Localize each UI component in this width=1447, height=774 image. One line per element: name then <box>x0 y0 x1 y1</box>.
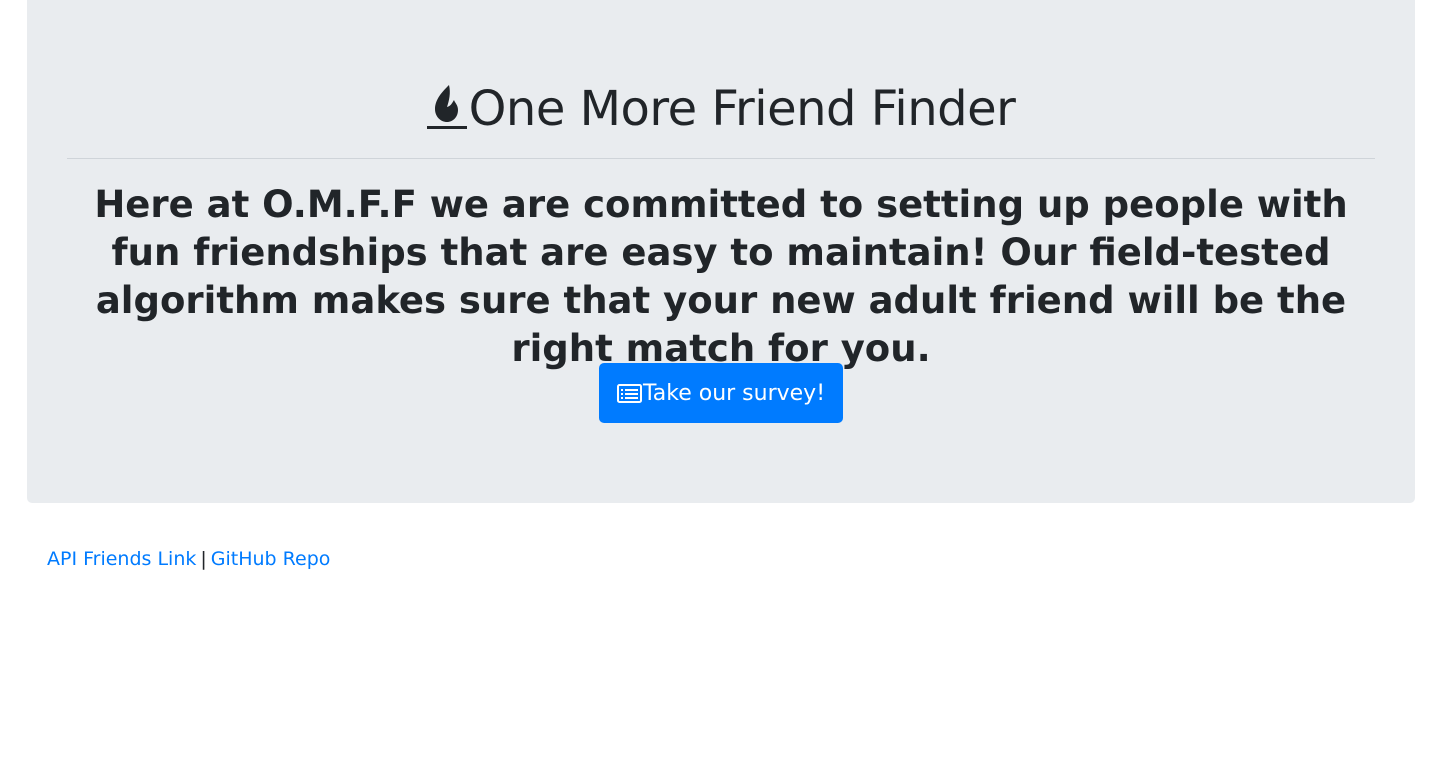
jumbotron: One More Friend Finder Here at O.M.F.F w… <box>27 0 1415 503</box>
intro-text: Here at O.M.F.F we are committed to sett… <box>94 183 1348 370</box>
api-friends-link[interactable]: API Friends Link <box>47 548 196 570</box>
footer-links: API Friends Link | GitHub Repo <box>47 546 330 572</box>
take-survey-button[interactable]: Take our survey! <box>599 363 843 423</box>
page-title: One More Friend Finder <box>27 80 1415 138</box>
footer-separator: | <box>200 548 207 570</box>
take-survey-label: Take our survey! <box>642 380 826 406</box>
divider <box>67 158 1375 159</box>
list-icon <box>616 383 642 403</box>
title-text: One More Friend Finder <box>468 81 1016 137</box>
fire-icon <box>426 85 467 129</box>
github-repo-link[interactable]: GitHub Repo <box>211 548 331 570</box>
